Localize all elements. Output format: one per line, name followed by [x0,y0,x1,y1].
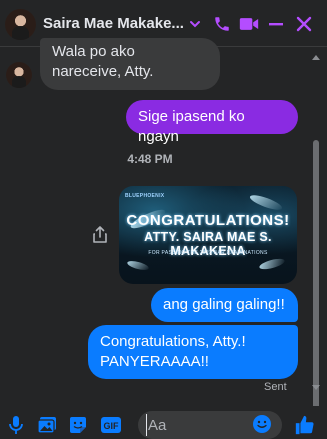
image-brand: BLUEPHOENIX [125,193,165,199]
feather-decoration [258,256,286,272]
message-incoming[interactable]: Wala po ako nareceive, Atty. [40,38,220,90]
image-subtitle: FOR PASSING THE 2023 BAR EXAMINATIONS [148,250,268,256]
message-outgoing[interactable]: ang galing galing!! [151,288,298,322]
chevron-down-icon[interactable] [184,13,206,35]
close-icon[interactable] [293,13,315,35]
scrollbar[interactable] [310,55,322,435]
sticker-icon[interactable] [67,414,89,436]
phone-icon[interactable] [211,13,233,35]
image-icon[interactable] [36,414,58,436]
message-outgoing[interactable]: Sige ipasend ko ngayn [126,100,298,145]
scroll-down-arrow[interactable] [312,385,320,390]
gif-label: GIF [104,421,120,431]
contact-name[interactable]: Saira Mae Makake... [43,15,184,32]
emoji-icon[interactable] [251,413,273,435]
sent-status: Sent [264,381,287,393]
gif-icon[interactable]: GIF [100,414,122,436]
feather-decoration [126,259,150,272]
text-cursor [146,414,147,436]
microphone-icon[interactable] [5,414,27,436]
minimize-icon[interactable] [265,13,287,35]
sender-avatar[interactable] [6,62,32,88]
share-icon[interactable] [92,226,108,244]
message-text-line: PANYERAAAA!! [100,353,209,370]
thumbs-up-icon[interactable] [294,414,316,436]
video-icon[interactable] [238,13,260,35]
message-text: ang galing galing!! [163,296,285,313]
feather-decoration [248,192,284,213]
message-text: Wala po ako nareceive, Atty. [52,43,154,80]
message-timestamp: 4:48 PM [127,152,173,166]
contact-avatar[interactable] [5,9,36,40]
message-text-line: Congratulations, Atty.! [100,333,246,350]
image-title: CONGRATULATIONS! [126,212,290,229]
message-outgoing[interactable]: Congratulations, Atty.! PANYERAAAA!! [88,325,298,379]
scrollbar-thumb[interactable] [313,140,319,435]
image-attachment[interactable]: BLUEPHOENIX CONGRATULATIONS! ATTY. SAIRA… [119,186,297,284]
message-text: Sige ipasend ko ngayn [138,108,245,145]
scroll-up-arrow[interactable] [312,55,320,60]
chat-window: Saira Mae Makake... Wala po ako nareceiv… [0,0,327,439]
